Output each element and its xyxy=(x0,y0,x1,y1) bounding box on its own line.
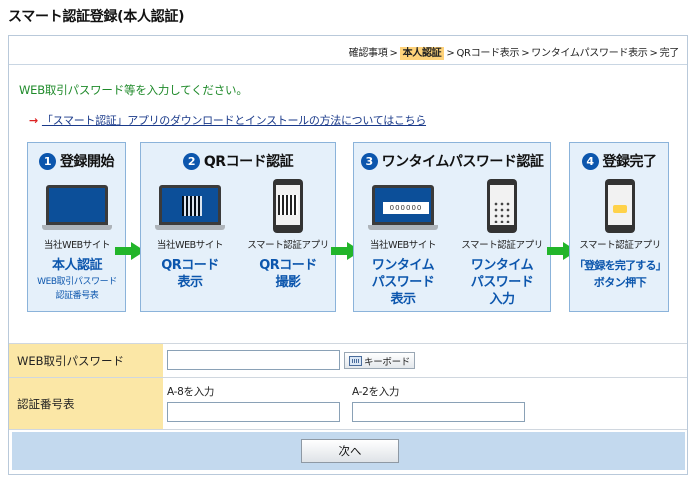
step-number-4: 4 xyxy=(581,153,599,170)
phone-qr-icon xyxy=(233,179,343,235)
step-4-col-app: スマート認証アプリ 「登録を完了する」 ボタン押下 xyxy=(565,179,675,291)
step-4-panel: 4 登録完了 スマート認証アプリ 「登録を完了する」 ボタン押下 xyxy=(569,142,669,312)
breadcrumb-item-confirm: 確認事項 xyxy=(348,48,388,59)
step-3-col-app: スマート認証アプリ ワンタイム パスワード 入力 xyxy=(447,179,557,308)
phone-tap-icon xyxy=(565,179,675,235)
password-label: WEB取引パスワード xyxy=(9,344,163,377)
breadcrumb-item-otp: ワンタイムパスワード表示 xyxy=(531,48,648,59)
step-3-caption-app: スマート認証アプリ xyxy=(461,240,543,251)
keyboard-button-label: キーボード xyxy=(364,356,411,368)
step-2-col-site: 当社WEBサイト QRコード 表示 xyxy=(135,179,245,291)
page-title: スマート認証登録(本人認証) xyxy=(8,9,185,25)
keyboard-icon xyxy=(349,355,362,366)
step-3-panel: 3 ワンタイムパスワード認証 000000 当社WEBサイト ワンタイム パスワー… xyxy=(353,142,551,312)
step-4-action-2: ボタン押下 xyxy=(593,276,647,289)
arrow-right-icon: → xyxy=(29,114,38,127)
step-2-action-app-2: 撮影 xyxy=(275,275,301,290)
step-3-caption-site: 当社WEBサイト xyxy=(369,240,437,251)
code-field-1-label: A-8を入力 xyxy=(167,386,215,398)
step-4-caption-app: スマート認証アプリ xyxy=(579,240,661,251)
step-1-title-text: 登録開始 xyxy=(60,154,115,170)
step-3-col-site: 000000 当社WEBサイト ワンタイム パスワード 表示 xyxy=(348,179,458,308)
step-number-2: 2 xyxy=(182,153,200,170)
web-password-input[interactable] xyxy=(167,350,340,370)
instruction-text: WEB取引パスワード等を入力してください。 xyxy=(19,83,248,97)
password-row: WEB取引パスワード キーボード xyxy=(9,344,687,378)
step-2-title: 2 QRコード認証 xyxy=(141,151,335,171)
one-time-password-digits: 000000 xyxy=(383,202,429,214)
step-2-col-app: スマート認証アプリ QRコード 撮影 xyxy=(233,179,343,291)
step-2-caption-app: スマート認証アプリ xyxy=(247,240,329,251)
step-2-action-site-1: QRコード xyxy=(161,258,219,273)
header-divider xyxy=(9,64,687,65)
breadcrumb-item-current: 本人認証 xyxy=(399,47,445,60)
code-field-2-input[interactable] xyxy=(352,402,525,422)
breadcrumb-item-qr: QRコード表示 xyxy=(456,48,520,59)
step-3-title: 3 ワンタイムパスワード認証 xyxy=(354,151,550,171)
phone-keypad-icon xyxy=(447,179,557,235)
step-1-title: 1 登録開始 xyxy=(28,151,125,171)
step-4-action-1: 「登録を完了する」 xyxy=(574,259,667,272)
step-3-action-site-3: 表示 xyxy=(390,292,416,307)
auth-form: WEB取引パスワード キーボード 認証番号表 A-8を入力 A-2を入力 xyxy=(9,343,687,430)
step-2-caption-site: 当社WEBサイト xyxy=(156,240,224,251)
code-field-2-label: A-2を入力 xyxy=(352,386,400,398)
code-field-1-input[interactable] xyxy=(167,402,340,422)
step-1-col: 当社WEBサイト 本人認証 WEB取引パスワード 認証番号表 xyxy=(22,179,132,302)
app-install-link-label[interactable]: 「スマート認証」アプリのダウンロードとインストールの方法についてはこちら xyxy=(42,114,426,127)
breadcrumb-separator: > xyxy=(389,48,398,59)
step-2-title-text: QRコード認証 xyxy=(203,154,294,170)
app-install-link[interactable]: → 「スマート認証」アプリのダウンロードとインストールの方法についてはこちら xyxy=(29,112,426,128)
auth-code-label: 認証番号表 xyxy=(9,378,163,429)
step-2-panel: 2 QRコード認証 当社WEBサイト QRコード 表示 スマート認証アプリ QRコ… xyxy=(140,142,336,312)
step-number-3: 3 xyxy=(360,153,378,170)
breadcrumb-separator: > xyxy=(521,48,530,59)
breadcrumb-separator: > xyxy=(446,48,455,59)
software-keyboard-button[interactable]: キーボード xyxy=(344,352,416,369)
laptop-password-icon: 000000 xyxy=(348,179,458,235)
step-1-action: 本人認証 xyxy=(51,258,103,273)
next-button[interactable]: 次へ xyxy=(301,439,399,463)
laptop-qr-icon xyxy=(135,179,245,235)
breadcrumb-item-done: 完了 xyxy=(659,48,680,59)
breadcrumb: 確認事項 > 本人認証 > QRコード表示 > ワンタイムパスワード表示 > 完了 xyxy=(348,44,680,60)
step-1-panel: 1 登録開始 当社WEBサイト 本人認証 WEB取引パスワード 認証番号表 xyxy=(27,142,126,312)
step-number-1: 1 xyxy=(39,153,56,170)
step-3-action-site-1: ワンタイム xyxy=(371,258,435,273)
step-4-title-text: 登録完了 xyxy=(602,154,658,170)
step-3-action-site-2: パスワード xyxy=(371,275,435,290)
step-3-title-text: ワンタイムパスワード認証 xyxy=(381,154,544,170)
step-2-action-app-1: QRコード xyxy=(259,258,317,273)
step-3-action-app-3: 入力 xyxy=(489,292,515,307)
step-1-detail-1: WEB取引パスワード xyxy=(37,277,117,287)
auth-code-row: 認証番号表 A-8を入力 A-2を入力 xyxy=(9,378,687,430)
step-3-action-app-2: パスワード xyxy=(470,275,534,290)
step-1-detail-2: 認証番号表 xyxy=(55,291,99,301)
step-3-action-app-1: ワンタイム xyxy=(470,258,534,273)
action-bar: 次へ xyxy=(12,432,685,470)
laptop-icon xyxy=(22,179,132,235)
step-2-action-site-2: 表示 xyxy=(177,275,203,290)
main-panel: 確認事項 > 本人認証 > QRコード表示 > ワンタイムパスワード表示 > 完了 WEB取引パ… xyxy=(8,35,688,475)
step-4-title: 4 登録完了 xyxy=(570,151,668,171)
breadcrumb-separator: > xyxy=(649,48,658,59)
